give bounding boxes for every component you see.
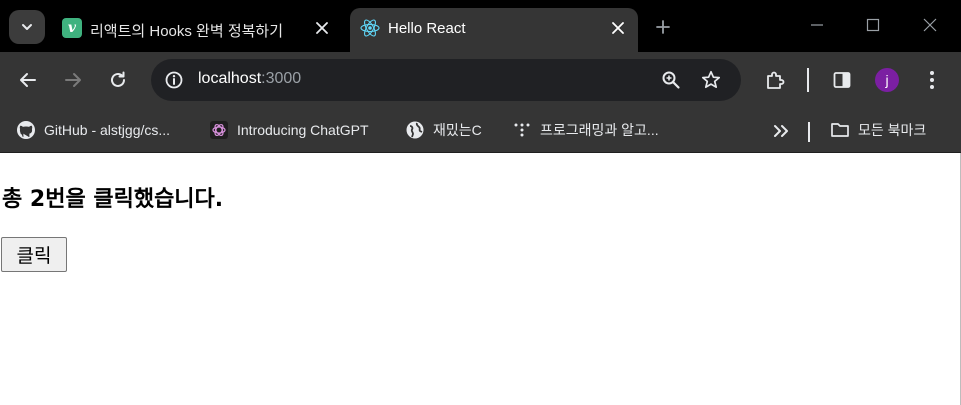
tab-title: Hello React [388, 20, 466, 37]
maximize-button[interactable] [860, 12, 886, 38]
star-icon [701, 70, 721, 89]
extensions-button[interactable] [759, 64, 791, 96]
new-tab-button[interactable] [650, 14, 676, 40]
zoom-button[interactable] [657, 66, 685, 94]
bookmark-programming[interactable]: 프로그래밍과 알고... [512, 117, 659, 143]
bookmark-label: Introducing ChatGPT [237, 122, 369, 138]
close-icon [923, 18, 937, 32]
arrow-left-icon [20, 73, 36, 87]
window-close-button[interactable] [917, 12, 943, 38]
chevron-down-icon [22, 24, 32, 30]
github-icon [16, 120, 36, 140]
folder-icon [830, 120, 850, 140]
maximize-icon [866, 18, 880, 32]
tab-title: 리액트의 Hooks 완벽 정복하기 [90, 23, 284, 40]
all-bookmarks-label: 모든 북마크 [858, 122, 927, 138]
click-count-text: 총 2번을 클릭했습니다. [2, 187, 224, 212]
page-content: 총 2번을 클릭했습니다. 클릭 [0, 153, 961, 405]
forward-button[interactable] [57, 64, 89, 96]
bookmark-chatgpt[interactable]: Introducing ChatGPT [209, 117, 369, 143]
toolbar: localhost:3000 j [0, 52, 961, 108]
bookmark-star-button[interactable] [697, 66, 725, 94]
side-panel-button[interactable] [826, 64, 858, 96]
address-bar[interactable]: localhost:3000 [151, 59, 741, 101]
site-info-button[interactable] [159, 65, 189, 95]
tab-strip: v 리액트의 Hooks 완벽 정복하기 Hello React [0, 0, 961, 52]
bookmark-fun-c[interactable]: 재밌는C [405, 117, 482, 143]
reload-button[interactable] [102, 64, 134, 96]
vue-icon: v [62, 18, 82, 38]
url-port: :3000 [261, 70, 302, 87]
click-button[interactable]: 클릭 [1, 237, 67, 272]
bookmark-label: GitHub - alstjgg/cs... [44, 122, 171, 138]
dots-icon [512, 120, 532, 140]
menu-button[interactable] [916, 64, 948, 96]
back-button[interactable] [12, 64, 44, 96]
tab-hello-react[interactable]: Hello React [350, 8, 638, 52]
side-panel-icon [833, 72, 851, 88]
arrow-right-icon [65, 73, 81, 87]
info-icon [165, 71, 183, 89]
profile-avatar[interactable]: j [875, 68, 899, 92]
minimize-icon [811, 24, 823, 26]
close-icon[interactable] [312, 18, 332, 38]
bookmark-label: 재밌는C [433, 122, 482, 138]
url-text[interactable]: localhost:3000 [198, 70, 301, 88]
bookmarks-bar: GitHub - alstjgg/cs... Introducing ChatG… [0, 108, 961, 152]
toolbar-divider [807, 68, 809, 92]
zoom-in-icon [662, 71, 680, 89]
tab-hooks[interactable]: v 리액트의 Hooks 완벽 정복하기 [52, 8, 342, 52]
tab-search-button[interactable] [9, 10, 45, 44]
close-icon[interactable] [608, 18, 628, 38]
bookmark-label: 프로그래밍과 알고... [540, 122, 659, 138]
url-host: localhost [198, 70, 262, 87]
globe-icon [405, 120, 425, 140]
bookmark-github[interactable]: GitHub - alstjgg/cs... [16, 117, 170, 143]
more-vert-icon [930, 71, 934, 89]
puzzle-icon [767, 71, 785, 89]
all-bookmarks-button[interactable]: 모든 북마크 [830, 117, 926, 143]
reload-icon [111, 71, 125, 87]
bookmarks-divider [808, 122, 810, 142]
more-bookmarks-button[interactable] [770, 120, 792, 142]
double-chevron-right-icon [774, 125, 788, 137]
react-icon [360, 18, 380, 38]
minimize-button[interactable] [804, 12, 830, 38]
plus-icon [656, 20, 670, 34]
openai-icon [209, 120, 229, 140]
